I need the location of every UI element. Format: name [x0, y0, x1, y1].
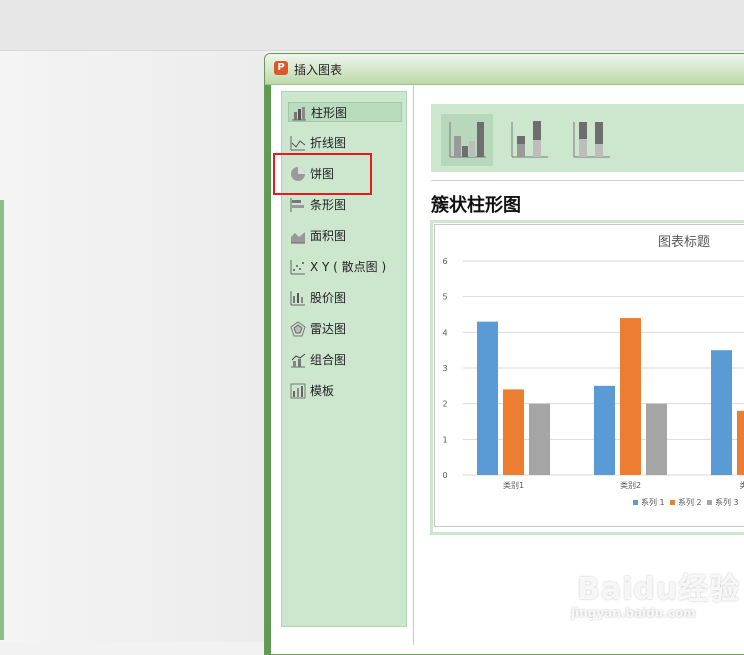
- sidebar-item-label: 折线图: [310, 133, 346, 153]
- area-chart-icon: [290, 228, 306, 244]
- sidebar-item-label: 股价图: [310, 288, 346, 308]
- dialog-titlebar[interactable]: P 插入图表: [265, 54, 744, 85]
- y-tick-label: 0: [442, 471, 447, 480]
- y-tick-label: 4: [442, 328, 447, 337]
- sidebar-item-scatter-chart[interactable]: X Y ( 散点图 ): [288, 257, 402, 277]
- sidebar-item-stock-chart[interactable]: 股价图: [288, 288, 402, 308]
- legend-label: 系列 1: [641, 497, 665, 507]
- bar-系列-1-类别3: [711, 350, 732, 475]
- radar-chart-icon: [290, 321, 306, 337]
- bar-系列-3-类别2: [646, 404, 667, 475]
- sidebar-divider: [413, 85, 414, 645]
- chart-preview[interactable]: 图表标题 0 1 2 3 4 5 6 类别1 类别2 类别系列 1 系列 2 系列 3: [430, 220, 744, 535]
- sidebar-item-column-chart[interactable]: 柱形图: [288, 102, 402, 122]
- column-chart-icon: [291, 105, 307, 121]
- bar-系列-2-类别1: [503, 389, 524, 475]
- chart-subtype-bar: [431, 104, 744, 172]
- sidebar-item-label: 组合图: [310, 350, 346, 370]
- clustered-column-icon[interactable]: [441, 114, 493, 166]
- bar-系列-2-类别2: [620, 318, 641, 475]
- stacked-column-icon[interactable]: [503, 114, 555, 166]
- legend-label: 系列 2: [678, 497, 702, 507]
- y-tick-label: 5: [442, 293, 447, 302]
- sidebar-item-bar-chart[interactable]: 条形图: [288, 195, 402, 215]
- clustered-column-chart: 图表标题 0 1 2 3 4 5 6 类别1 类别2 类别系列 1 系列 2 系列 3: [435, 225, 744, 526]
- x-tick-label: 类别: [740, 480, 744, 490]
- chart-title: 图表标题: [658, 235, 710, 250]
- y-tick-label: 2: [442, 400, 447, 409]
- legend-label: 系列 3: [715, 497, 739, 507]
- dialog-title: 插入图表: [294, 61, 342, 78]
- sidebar-item-radar-chart[interactable]: 雷达图: [288, 319, 402, 339]
- sidebar-item-line-chart[interactable]: 折线图: [288, 133, 402, 153]
- legend-swatch: [707, 500, 712, 505]
- watermark: Baidu经验 jingyan.baidu.com: [563, 560, 744, 634]
- percent-stacked-column-icon[interactable]: [565, 114, 617, 166]
- sidebar-item-label: X Y ( 散点图 ): [310, 257, 386, 277]
- sidebar-item-template[interactable]: 模板: [288, 381, 402, 401]
- x-tick-label: 类别1: [503, 480, 524, 490]
- sidebar-item-area-chart[interactable]: 面积图: [288, 226, 402, 246]
- sidebar-item-label: 模板: [310, 381, 334, 401]
- legend-swatch: [633, 500, 638, 505]
- sidebar-item-combo-chart[interactable]: 组合图: [288, 350, 402, 370]
- chart-subtype-heading: 簇状柱形图: [431, 191, 521, 217]
- watermark-logo-text: Baidu经验: [577, 564, 740, 608]
- wps-presentation-icon: P: [274, 61, 288, 75]
- sidebar-item-label: 柱形图: [311, 103, 347, 123]
- line-chart-icon: [290, 135, 306, 151]
- stock-chart-icon: [290, 290, 306, 306]
- sidebar-item-label: 雷达图: [310, 319, 346, 339]
- heading-separator: [431, 180, 744, 181]
- y-tick-label: 3: [442, 364, 447, 373]
- x-tick-label: 类别2: [620, 480, 641, 490]
- bar-chart-icon: [290, 197, 306, 213]
- window-edge-strip: [0, 200, 4, 640]
- sidebar-item-label: 面积图: [310, 226, 346, 246]
- y-tick-label: 1: [442, 435, 447, 444]
- highlight-box: [273, 153, 372, 195]
- y-tick-label: 6: [442, 257, 447, 266]
- scatter-chart-icon: [290, 259, 306, 275]
- bar-系列-1-类别2: [594, 386, 615, 475]
- chart-preview-area: 图表标题 0 1 2 3 4 5 6 类别1 类别2 类别系列 1 系列 2 系列 3: [434, 224, 744, 527]
- template-icon: [290, 383, 306, 399]
- sidebar-item-label: 条形图: [310, 195, 346, 215]
- bar-系列-3-类别1: [529, 404, 550, 475]
- combo-chart-icon: [290, 352, 306, 368]
- bar-系列-1-类别1: [477, 322, 498, 475]
- legend-swatch: [670, 500, 675, 505]
- bar-系列-2-类别3: [737, 411, 744, 475]
- desktop-top-bar: [0, 0, 744, 51]
- watermark-url: jingyan.baidu.com: [571, 606, 696, 620]
- desktop-background: [0, 51, 264, 642]
